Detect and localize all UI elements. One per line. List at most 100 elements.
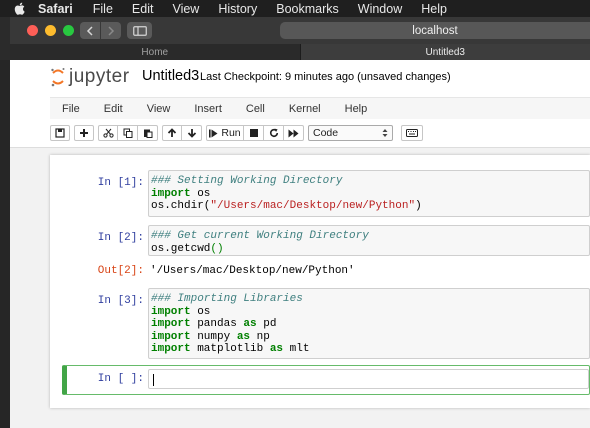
- chevron-left-icon: [86, 25, 93, 36]
- code-line: ### Setting Working Directory: [151, 175, 589, 188]
- keyboard-icon: [406, 129, 418, 137]
- input-prompt: In [1]:: [97, 177, 144, 189]
- back-button[interactable]: [80, 22, 100, 39]
- chevron-right-icon: [108, 25, 115, 36]
- code-token: numpy: [190, 330, 237, 343]
- code-token: ### Setting Working Directory: [151, 175, 343, 187]
- command-palette-button[interactable]: [401, 125, 423, 141]
- code-token: import: [151, 187, 191, 200]
- copy-icon: [123, 128, 132, 138]
- notebook-title[interactable]: Untitled3: [142, 68, 199, 84]
- menu-app-safari[interactable]: Safari: [38, 2, 73, 16]
- code-token: import: [151, 343, 191, 355]
- menu-view[interactable]: View: [172, 2, 199, 16]
- text-cursor: [153, 374, 154, 386]
- forward-button[interactable]: [101, 22, 121, 39]
- tab-home[interactable]: Home: [10, 44, 301, 60]
- code-token: as: [236, 330, 251, 343]
- tab-untitled3[interactable]: Untitled3: [300, 44, 590, 60]
- jupyter-logo[interactable]: jupyter: [50, 66, 130, 88]
- menu-help[interactable]: Help: [421, 2, 447, 16]
- run-button[interactable]: Run: [206, 125, 244, 141]
- code-token: pandas: [190, 318, 244, 330]
- cell-type-select[interactable]: Code: [308, 125, 393, 141]
- run-label: Run: [221, 127, 241, 139]
- code-token: os.chdir(: [151, 200, 211, 212]
- address-bar[interactable]: localhost: [280, 22, 590, 39]
- restart-run-all-button[interactable]: [284, 125, 304, 141]
- minimize-window-button[interactable]: [45, 25, 56, 36]
- menu-history[interactable]: History: [218, 2, 257, 16]
- code-editor[interactable]: ### Get current Working Directory os.getc…: [148, 225, 590, 256]
- paste-icon: [143, 129, 152, 138]
- selected-code-cell[interactable]: In [ ]:: [62, 365, 590, 395]
- code-line: ### Importing Libraries: [151, 293, 589, 306]
- nb-menu-file[interactable]: File: [62, 103, 80, 115]
- arrow-down-icon: [187, 129, 196, 138]
- code-token: matplotlib: [190, 343, 270, 355]
- menu-window[interactable]: Window: [358, 2, 402, 16]
- refresh-icon: [269, 128, 278, 138]
- code-token: os: [190, 187, 211, 200]
- input-prompt: In [2]:: [97, 232, 144, 244]
- jupyter-logo-icon: [51, 68, 65, 87]
- save-icon: [55, 128, 65, 138]
- nb-menu-view[interactable]: View: [147, 103, 171, 115]
- input-prompt: In [ ]:: [97, 373, 144, 385]
- macos-menu-bar: Safari File Edit View History Bookmarks …: [0, 0, 590, 17]
- code-line: import os: [151, 306, 589, 319]
- code-cell-3[interactable]: In [3]: ### Importing Libraries import os…: [62, 288, 590, 360]
- code-editor[interactable]: ### Setting Working Directory import os os…: [148, 170, 590, 217]
- select-arrows-icon: [382, 129, 388, 137]
- close-window-button[interactable]: [27, 25, 38, 36]
- code-token: os.getcwd: [151, 242, 211, 255]
- cut-button[interactable]: [98, 125, 118, 141]
- code-token: np: [250, 330, 270, 343]
- move-down-button[interactable]: [182, 125, 202, 141]
- insert-cell-button[interactable]: [74, 125, 94, 141]
- browser-chrome: localhost Home Untitled3: [10, 17, 590, 60]
- paste-button[interactable]: [138, 125, 158, 141]
- code-token: import: [151, 305, 191, 318]
- notebook-toolbar: Run Code: [50, 122, 590, 144]
- code-token: ### Importing Libraries: [151, 293, 303, 305]
- fast-forward-icon: [288, 129, 299, 137]
- menu-edit[interactable]: Edit: [132, 2, 154, 16]
- code-line: import numpy as np: [151, 331, 589, 344]
- menu-file[interactable]: File: [93, 2, 113, 16]
- restart-kernel-button[interactable]: [264, 125, 284, 141]
- interrupt-kernel-button[interactable]: [244, 125, 264, 141]
- sidebar-toggle-button[interactable]: [127, 22, 152, 39]
- code-cell-1[interactable]: In [1]: ### Setting Working Directory imp…: [62, 170, 590, 220]
- menu-bookmarks[interactable]: Bookmarks: [276, 2, 339, 16]
- sidebar-icon: [132, 25, 147, 36]
- nb-menu-insert[interactable]: Insert: [194, 103, 222, 115]
- input-prompt: In [3]:: [97, 295, 144, 307]
- zoom-window-button[interactable]: [63, 25, 74, 36]
- notebook-container: In [1]: ### Setting Working Directory imp…: [50, 155, 590, 408]
- code-token: mlt: [283, 343, 310, 355]
- nb-menu-cell[interactable]: Cell: [246, 103, 265, 115]
- code-editor[interactable]: ### Importing Libraries import os import p…: [148, 288, 590, 359]
- move-up-button[interactable]: [162, 125, 182, 141]
- scissors-icon: [102, 128, 114, 138]
- stop-icon: [249, 129, 258, 137]
- code-editor-empty[interactable]: [148, 369, 589, 389]
- code-cell-2[interactable]: In [2]: ### Get current Working Director…: [62, 225, 590, 277]
- nb-menu-kernel[interactable]: Kernel: [289, 103, 321, 115]
- nb-menu-help[interactable]: Help: [345, 103, 368, 115]
- nb-menu-edit[interactable]: Edit: [104, 103, 123, 115]
- notebook-menubar: File Edit View Insert Cell Kernel Help: [50, 97, 590, 119]
- code-line: import matplotlib as mlt: [151, 343, 589, 356]
- save-button[interactable]: [50, 125, 70, 141]
- code-line: import pandas as pd: [151, 318, 589, 331]
- code-token: as: [269, 343, 284, 355]
- code-line: os.chdir("/Users/mac/Desktop/new/Python"…: [151, 200, 589, 213]
- code-line: ### Get current Working Directory: [151, 230, 589, 243]
- notebook-menu-area: File Edit View Insert Cell Kernel Help R…: [10, 94, 590, 148]
- copy-button[interactable]: [118, 125, 138, 141]
- code-token: ): [415, 200, 422, 212]
- apple-icon[interactable]: [14, 2, 26, 15]
- jupyter-logo-text: jupyter: [69, 66, 130, 87]
- step-forward-icon: [209, 129, 218, 137]
